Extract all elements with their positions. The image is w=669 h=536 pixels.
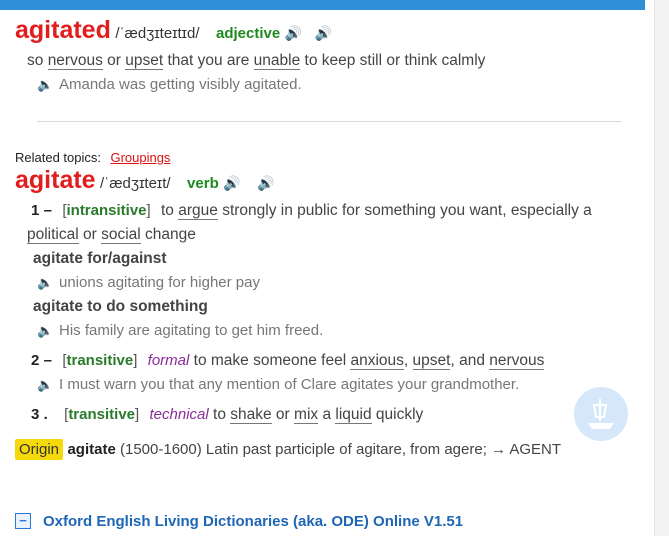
dictionary-link[interactable]: anxious <box>350 352 404 370</box>
dictionary-link[interactable]: nervous <box>47 52 103 70</box>
speaker-icon[interactable]: 🔊 <box>223 175 240 191</box>
speaker-icon[interactable]: 🔈 <box>37 323 59 339</box>
speaker-icon[interactable]: 🔊 <box>285 25 302 41</box>
example-sentence: 🔈 Amanda was getting visibly agitated. <box>37 76 302 93</box>
headword: agitated <box>15 16 111 44</box>
dictionary-link[interactable]: nervous <box>489 352 545 370</box>
speaker-icon[interactable]: 🔊 <box>315 25 332 41</box>
dictionary-link[interactable]: argue <box>178 202 218 220</box>
example-sentence: 🔈 unions agitating for higher pay <box>37 274 260 291</box>
entry-agitate-header: agitate /ˈædʒɪteɪt/ verb 🔊 🔊 <box>15 166 275 195</box>
sense-3: 3 . [transitive] technical to shake or m… <box>31 406 424 424</box>
dictionary-title[interactable]: Oxford English Living Dictionaries (aka.… <box>43 513 463 530</box>
phrase-pattern: agitate for/against <box>33 250 167 267</box>
top-header-bar <box>0 0 645 10</box>
grammar-label: transitive <box>68 406 136 423</box>
related-topics: Related topics: Groupings <box>15 150 171 165</box>
speaker-icon[interactable]: 🔈 <box>37 77 59 93</box>
grammar-label: transitive <box>66 352 134 369</box>
pronunciation: /ˈædʒɪteɪtɪd/ <box>115 25 200 42</box>
example-sentence: 🔈 I must warn you that any mention of Cla… <box>37 376 520 393</box>
origin-badge: Origin <box>15 439 64 460</box>
dictionary-link[interactable]: social <box>101 226 141 244</box>
dictionary-link[interactable]: liquid <box>335 406 372 424</box>
dictionary-link[interactable]: mix <box>294 406 319 424</box>
sense-2: 2 – [transitive] formal to make someone … <box>31 352 545 370</box>
vertical-scrollbar[interactable] <box>654 0 669 536</box>
pronunciation: /ˈædʒɪteɪt/ <box>100 175 171 192</box>
origin-line: Origin agitate (1500-1600) Latin past pa… <box>15 439 562 460</box>
phrase-pattern: agitate to do something <box>33 298 208 315</box>
related-topic-link[interactable]: Groupings <box>110 150 170 165</box>
speaker-icon[interactable]: 🔈 <box>37 275 59 291</box>
grammar-label: intransitive <box>66 202 147 219</box>
part-of-speech: verb <box>187 175 219 192</box>
ship-logo-icon <box>574 387 628 441</box>
sense-1-continued: political or social change <box>27 226 196 244</box>
dictionary-link[interactable]: upset <box>412 352 451 370</box>
headword: agitate <box>15 166 96 194</box>
speaker-icon[interactable]: 🔊 <box>257 175 274 191</box>
dictionary-link[interactable]: unable <box>253 52 301 70</box>
entry-agitated-header: agitated /ˈædʒɪteɪtɪd/ adjective 🔊 🔊 <box>15 16 332 45</box>
register-label: technical <box>149 406 209 423</box>
register-label: formal <box>147 352 190 369</box>
example-sentence: 🔈 His family are agitating to get him fre… <box>37 322 324 339</box>
part-of-speech: adjective <box>216 25 281 42</box>
dictionary-link[interactable]: shake <box>230 406 272 424</box>
origin-text: (1500-1600) Latin past participle of agi… <box>115 441 562 458</box>
divider <box>37 121 621 122</box>
sense-1: 1 – [intransitive] to argue strongly in … <box>31 202 592 220</box>
origin-word: agitate <box>67 441 116 458</box>
speaker-icon[interactable]: 🔈 <box>37 377 59 393</box>
dictionary-link[interactable]: political <box>27 226 79 244</box>
definition: so nervous or upset that you are unable … <box>27 52 486 70</box>
collapse-toggle[interactable]: − <box>15 513 31 529</box>
dictionary-link[interactable]: upset <box>125 52 164 70</box>
